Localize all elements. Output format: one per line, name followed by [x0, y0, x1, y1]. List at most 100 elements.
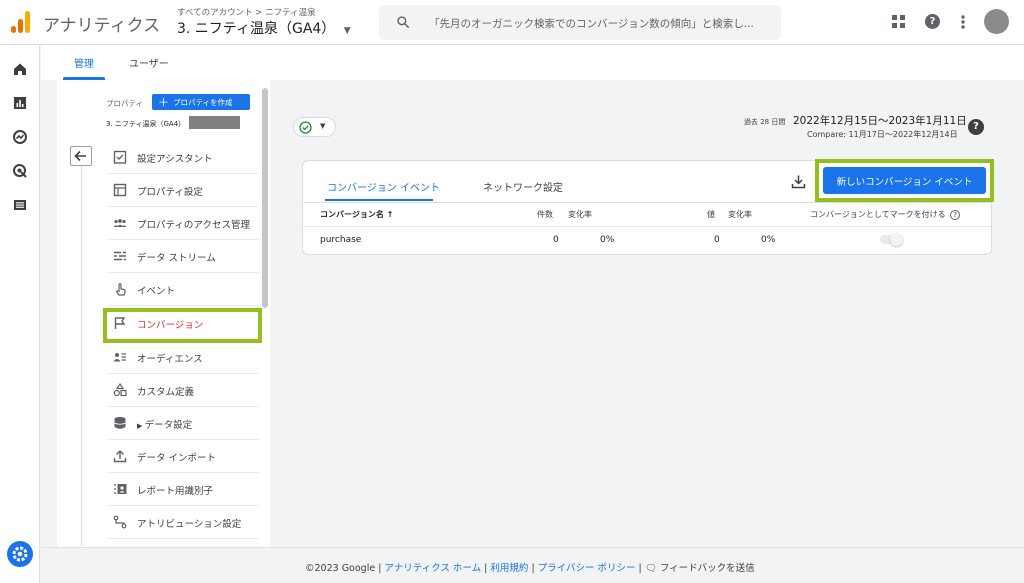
breadcrumb[interactable]: すべてのアカウント > ニフティ温泉 [177, 6, 316, 18]
search-placeholder: 「先月のオーガニック検索でのコンバージョン数の傾向」と検索し... [429, 18, 754, 30]
create-property-button[interactable]: ＋ プロパティを作成 [152, 94, 250, 110]
nav-item-property-access[interactable]: プロパティのアクセス管理 [107, 207, 259, 240]
row-value-change: 0% [761, 235, 776, 245]
search-icon [397, 16, 409, 28]
col-header-count-change[interactable]: 変化率 [568, 209, 592, 220]
row-value: 0 [714, 235, 720, 245]
nav-item-label: プロパティ設定 [137, 187, 203, 198]
shapes-icon [113, 383, 127, 397]
period-badge: 過去 28 日間 [742, 116, 788, 128]
property-settings-icon [113, 183, 127, 197]
back-button[interactable] [70, 146, 92, 166]
list-icon[interactable] [12, 197, 28, 213]
date-range-selector[interactable]: 2022年12月15日〜2023年1月11日 ▼ [793, 113, 979, 128]
database-icon [114, 417, 126, 429]
footer-link-privacy[interactable]: プライバシー ポリシー [538, 563, 636, 574]
tab-conversion-events[interactable]: コンバージョン イベント [327, 179, 440, 194]
check-circle-icon [299, 121, 312, 134]
conversions-highlight [103, 308, 262, 343]
help-icon[interactable]: ? [968, 119, 984, 135]
nav-item-attribution-settings[interactable]: アトリビューション設定 [107, 506, 259, 539]
nav-item-label: データ インポート [137, 453, 217, 464]
people-icon [113, 219, 127, 227]
account-avatar[interactable] [984, 9, 1009, 34]
nav-scrollbar[interactable] [262, 88, 268, 308]
footer-line: ©2023 Google | アナリティクス ホーム | 利用規約 | プライバ… [305, 563, 755, 574]
search-bar[interactable]: 「先月のオーガニック検索でのコンバージョン数の傾向」と検索し... [379, 5, 781, 40]
nav-item-label: カスタム定義 [137, 387, 195, 398]
download-icon[interactable] [791, 174, 806, 189]
nav-item-setup-assistant[interactable]: 設定アシスタント [107, 141, 259, 174]
nav-divider [81, 166, 82, 546]
property-name: 3. ニフティ温泉（GA4） [106, 120, 186, 128]
reports-icon[interactable] [12, 95, 28, 111]
nav-item-label: オーディエンス [137, 354, 203, 365]
admin-tabs: 管理 ユーザー [41, 45, 1024, 80]
nav-item-label: イベント [137, 286, 176, 297]
tab-network-settings[interactable]: ネットワーク設定 [483, 179, 563, 194]
left-nav-rail [0, 45, 40, 583]
nav-item-reporting-identity[interactable]: レポート用識別子 [107, 473, 259, 506]
nav-item-audiences[interactable]: オーディエンス [107, 341, 259, 374]
feedback-link[interactable]: フィードバックを送信 [660, 563, 755, 574]
compare-range: Compare: 11月17日〜2022年12月14日 [807, 130, 958, 139]
touch-icon [115, 283, 126, 296]
data-streams-icon [114, 251, 126, 261]
nav-item-events[interactable]: イベント [107, 273, 259, 306]
col-header-value-change[interactable]: 変化率 [728, 209, 752, 220]
status-selector[interactable]: ▼ [293, 117, 336, 137]
nav-item-custom-definitions[interactable]: カスタム定義 [107, 374, 259, 407]
audience-icon [113, 353, 126, 362]
explore-icon[interactable] [12, 129, 28, 145]
upload-icon [113, 450, 127, 463]
tab-admin[interactable]: 管理 [74, 55, 94, 70]
nav-item-data-settings[interactable]: ▶ データ設定 [107, 407, 259, 440]
card-divider [303, 202, 991, 203]
admin-gear-icon[interactable] [7, 541, 33, 567]
nav-item-data-import[interactable]: データ インポート [107, 440, 259, 473]
expand-caret-icon: ▶ [137, 422, 145, 430]
more-vert-icon[interactable] [961, 15, 965, 29]
property-selector[interactable]: 3. ニフティ温泉（GA4） ▼ [177, 18, 351, 38]
caret-down-icon: ▼ [343, 26, 351, 36]
tab-user[interactable]: ユーザー [129, 55, 169, 70]
footer-link-analytics-home[interactable]: アナリティクス ホーム [384, 563, 481, 574]
copyright: ©2023 Google | [305, 563, 382, 574]
advertising-icon[interactable] [12, 163, 28, 179]
redacted-property-id [189, 116, 240, 129]
date-range-text: 2022年12月15日〜2023年1月11日 [793, 115, 967, 127]
home-icon[interactable] [12, 61, 28, 77]
mark-as-conversion-toggle[interactable] [880, 233, 903, 246]
property-title: 3. ニフティ温泉（GA4） [177, 21, 336, 37]
tab-active-indicator [325, 199, 433, 201]
help-icon[interactable]: ? [925, 14, 940, 29]
col-header-mark-as-conversion: コンバージョンとしてマークを付ける ? [810, 209, 961, 220]
apps-grid-icon[interactable] [892, 15, 905, 28]
app-name: アナリティクス [43, 16, 161, 36]
footer-link-terms[interactable]: 利用規約 [490, 563, 528, 574]
nav-item-property-settings[interactable]: プロパティ設定 [107, 174, 259, 207]
col-header-conversion-name[interactable]: コンバージョン名 ↑ [320, 209, 393, 220]
id-icon [114, 484, 127, 494]
row-count: 0 [553, 235, 559, 245]
help-icon[interactable]: ? [950, 210, 961, 220]
col-header-value[interactable]: 値 [707, 209, 715, 220]
table-header-divider [303, 226, 991, 227]
new-button-highlight [815, 159, 994, 202]
row-conversion-name: purchase [320, 235, 362, 245]
nav-item-label: レポート用識別子 [137, 486, 214, 497]
nav-item-data-streams[interactable]: データ ストリーム [107, 240, 259, 273]
top-app-bar: アナリティクス すべてのアカウント > ニフティ温泉 3. ニフティ温泉（GA4… [0, 0, 1024, 45]
footer: ©2023 Google | アナリティクス ホーム | 利用規約 | プライバ… [41, 547, 1024, 583]
nav-item-label: 設定アシスタント [137, 154, 213, 165]
plus-icon: ＋ [158, 96, 169, 109]
col-header-count[interactable]: 件数 [537, 209, 553, 220]
nav-item-label: データ ストリーム [137, 253, 216, 264]
arrow-back-icon [74, 150, 86, 162]
analytics-logo[interactable] [11, 11, 31, 33]
toggle-knob [890, 233, 903, 246]
caret-down-icon: ▼ [320, 122, 326, 130]
property-label: プロパティ [106, 99, 144, 108]
row-count-change: 0% [600, 235, 615, 245]
create-property-label: プロパティを作成 [173, 97, 233, 107]
